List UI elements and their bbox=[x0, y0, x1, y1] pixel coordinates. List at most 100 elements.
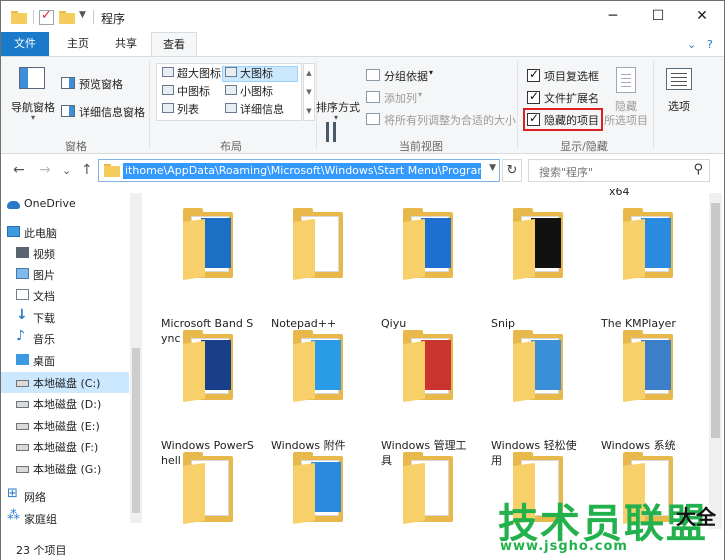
preview-pane-icon[interactable] bbox=[61, 77, 75, 89]
computer-icon bbox=[7, 226, 20, 237]
group-by-button[interactable]: 分组依据 bbox=[384, 68, 428, 84]
maximize-button[interactable]: ☐ bbox=[636, 1, 680, 32]
sidebar-item-label: 本地磁盘 (D:) bbox=[33, 398, 102, 411]
folder-item[interactable]: Windows 附件 bbox=[271, 330, 367, 452]
sidebar-item[interactable]: 本地磁盘 (G:) bbox=[1, 458, 129, 479]
sidebar-item[interactable]: 图片 bbox=[1, 264, 129, 285]
folder-item[interactable]: Windows 系统 bbox=[601, 330, 697, 452]
folder-name: Notepad++ bbox=[271, 317, 337, 330]
navigation-pane-icon[interactable] bbox=[19, 67, 45, 89]
folder-name: Snip bbox=[491, 317, 515, 330]
refresh-button[interactable]: ↻ bbox=[502, 159, 522, 182]
file-extensions-checkbox[interactable] bbox=[527, 89, 540, 104]
chevron-down-icon[interactable]: ▾ bbox=[429, 68, 433, 77]
sidebar-item[interactable]: 本地磁盘 (E:) bbox=[1, 415, 129, 436]
address-path[interactable]: ithome\AppData\Roaming\Microsoft\Windows… bbox=[123, 163, 481, 179]
forward-button[interactable]: → bbox=[39, 162, 51, 178]
layout-extra-large[interactable]: 超大图标 bbox=[177, 65, 221, 81]
layout-large[interactable]: 大图标 bbox=[240, 65, 273, 81]
tab-home[interactable]: 主页 bbox=[56, 32, 100, 56]
address-bar[interactable]: ithome\AppData\Roaming\Microsoft\Windows… bbox=[98, 159, 500, 182]
sidebar-item-label: 图片 bbox=[33, 269, 55, 282]
sidebar-item[interactable]: ♪ 音乐 bbox=[1, 328, 129, 349]
sidebar-item[interactable]: 桌面 bbox=[1, 350, 129, 371]
content-scrollbar[interactable] bbox=[709, 193, 722, 529]
folder-icon bbox=[183, 452, 235, 524]
sidebar-item[interactable]: 本地磁盘 (D:) bbox=[1, 393, 129, 414]
scrollbar-thumb[interactable] bbox=[132, 348, 140, 513]
up-button[interactable]: ↑ bbox=[81, 162, 93, 178]
scroll-down-icon[interactable]: ▼ bbox=[304, 83, 314, 102]
chevron-down-icon[interactable]: ▼ bbox=[79, 10, 86, 20]
sort-icon[interactable] bbox=[323, 120, 349, 144]
folder-item[interactable]: Snip bbox=[491, 208, 587, 330]
folder-label-x64[interactable]: x64 bbox=[609, 188, 630, 198]
tab-share[interactable]: 共享 bbox=[104, 32, 148, 56]
details-pane-icon[interactable] bbox=[61, 105, 75, 117]
search-box[interactable]: 搜索"程序" ⚲ bbox=[528, 159, 710, 182]
details-icon bbox=[225, 103, 237, 113]
fit-columns-icon[interactable] bbox=[366, 113, 380, 125]
ribbon: 导航窗格 ▾ 预览窗格 详细信息窗格 窗格 布局 排序方式 ▾ 分组依据 ▾ 添… bbox=[1, 56, 724, 154]
layout-details[interactable]: 详细信息 bbox=[240, 101, 284, 117]
search-icon[interactable]: ⚲ bbox=[693, 162, 703, 177]
group-by-icon[interactable] bbox=[366, 69, 380, 81]
properties-quick-icon[interactable] bbox=[39, 8, 54, 25]
close-button[interactable]: ✕ bbox=[680, 1, 724, 32]
nav-pane-scrollbar[interactable] bbox=[130, 193, 142, 523]
tab-file[interactable]: 文件 bbox=[1, 32, 49, 56]
minimize-button[interactable]: ─ bbox=[591, 1, 635, 32]
options-icon[interactable] bbox=[666, 68, 692, 90]
sidebar-item[interactable]: OneDrive bbox=[1, 194, 129, 215]
options-button[interactable]: 选项 bbox=[668, 98, 690, 114]
sidebar-item[interactable]: ⁂ 家庭组 bbox=[1, 508, 129, 529]
back-button[interactable]: ← bbox=[13, 162, 25, 178]
layout-gallery-scroller[interactable]: ▲ ▼ ▼ bbox=[303, 63, 315, 121]
file-list: x64 Microsoft Band Sync Notepad++ Qiyu Snip… bbox=[143, 188, 709, 537]
details-pane-button[interactable]: 详细信息窗格 bbox=[79, 104, 145, 120]
sidebar-item[interactable]: ↓ 下载 bbox=[1, 307, 129, 328]
sidebar-item[interactable]: 此电脑 bbox=[1, 222, 129, 243]
folder-item[interactable]: Windows PowerShell bbox=[161, 330, 257, 467]
help-icon[interactable]: ? bbox=[707, 38, 713, 51]
new-folder-quick-icon[interactable] bbox=[59, 11, 75, 24]
chevron-down-icon[interactable]: ▾ bbox=[334, 113, 338, 122]
folder-item[interactable] bbox=[271, 452, 367, 537]
chevron-down-icon[interactable]: ▼ bbox=[489, 163, 496, 173]
hide-selected-icon[interactable] bbox=[616, 67, 636, 93]
folder-item[interactable] bbox=[601, 452, 697, 537]
folder-item[interactable]: Qiyu bbox=[381, 208, 477, 330]
sidebar-item[interactable]: 文档 bbox=[1, 285, 129, 306]
sidebar-item[interactable]: 本地磁盘 (F:) bbox=[1, 436, 129, 457]
recent-locations-button[interactable]: ⌄ bbox=[62, 164, 71, 177]
folder-icon bbox=[183, 330, 235, 402]
folder-item[interactable] bbox=[161, 452, 257, 537]
collapse-ribbon-icon[interactable]: ⌄ bbox=[687, 38, 696, 51]
scroll-up-icon[interactable]: ▲ bbox=[304, 64, 314, 83]
sidebar-item[interactable]: 本地磁盘 (C:) bbox=[1, 372, 129, 393]
folder-item[interactable]: Microsoft Band Sync bbox=[161, 208, 257, 345]
expand-gallery-icon[interactable]: ▼ bbox=[304, 102, 314, 121]
chevron-down-icon[interactable]: ▾ bbox=[418, 90, 422, 99]
sidebar-item[interactable]: 视频 bbox=[1, 243, 129, 264]
sidebar-item[interactable]: ⊞ 网络 bbox=[1, 486, 129, 507]
folder-item[interactable] bbox=[491, 452, 587, 537]
folder-item[interactable] bbox=[381, 452, 477, 537]
group-label-layout: 布局 bbox=[220, 140, 242, 153]
fit-columns-button[interactable]: 将所有列调整为合适的大小 bbox=[384, 112, 516, 128]
chevron-down-icon[interactable]: ▾ bbox=[31, 113, 35, 122]
scrollbar-thumb[interactable] bbox=[711, 203, 720, 438]
tab-view[interactable]: 查看 bbox=[151, 32, 197, 57]
add-columns-button[interactable]: 添加列 bbox=[384, 90, 417, 106]
folder-item[interactable]: Windows 轻松使用 bbox=[491, 330, 587, 467]
folder-item[interactable]: The KMPlayer bbox=[601, 208, 697, 330]
layout-medium[interactable]: 中图标 bbox=[177, 83, 210, 99]
layout-list[interactable]: 列表 bbox=[177, 101, 199, 117]
add-columns-icon[interactable] bbox=[366, 91, 380, 103]
folder-item[interactable]: Notepad++ bbox=[271, 208, 367, 330]
layout-small[interactable]: 小图标 bbox=[240, 83, 273, 99]
item-checkboxes-checkbox[interactable] bbox=[527, 67, 540, 82]
folder-icon bbox=[183, 208, 235, 280]
preview-pane-button[interactable]: 预览窗格 bbox=[79, 76, 123, 92]
folder-item[interactable]: Windows 管理工具 bbox=[381, 330, 477, 467]
